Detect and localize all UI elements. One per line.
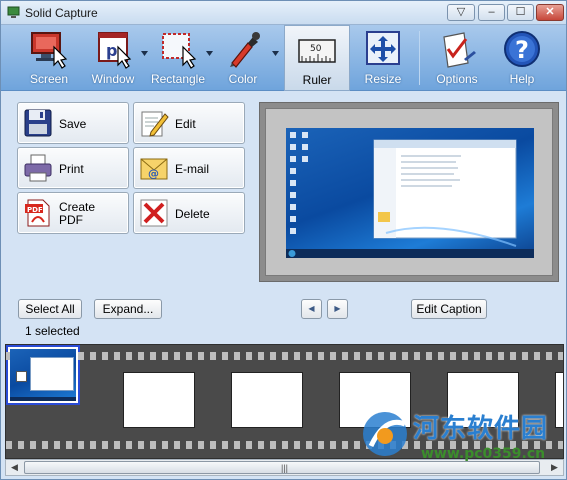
main-panel: Save Edit Print @ E-mail PDF Create PDF … [1, 92, 566, 341]
svg-text:@: @ [148, 167, 159, 180]
toolbar-screen-button[interactable]: Screen [15, 25, 83, 91]
toolbar-rectangle-label: Rectangle [150, 72, 206, 86]
select-all-button[interactable]: Select All [18, 299, 82, 319]
window-title: Solid Capture [25, 6, 98, 20]
desktop-preview-graphic [286, 132, 534, 258]
save-button[interactable]: Save [17, 102, 129, 144]
email-label: E-mail [175, 162, 210, 176]
delete-x-icon [140, 199, 168, 227]
toolbar-color-button[interactable]: Color [215, 25, 271, 91]
create-pdf-button[interactable]: PDF Create PDF [17, 192, 129, 234]
toolbar-resize-button[interactable]: Resize [353, 25, 413, 91]
filmstrip-frame[interactable] [123, 372, 195, 428]
next-button[interactable]: ▶ [327, 299, 348, 319]
toolbar-resize-label: Resize [364, 72, 402, 86]
toolbar-ruler-label: Ruler [302, 73, 332, 87]
delete-button[interactable]: Delete [133, 192, 245, 234]
color-picker-icon [230, 32, 260, 68]
toolbar-help-label: Help [509, 72, 535, 86]
close-button[interactable]: ✕ [536, 4, 564, 21]
toolbar-screen-label: Screen [29, 72, 69, 86]
watermark: 河东软件园 www.pc0359.cn [361, 404, 566, 466]
create-pdf-label: Create PDF [59, 200, 96, 227]
window-capture-icon: p [98, 32, 132, 69]
title-bar: Solid Capture ▽ – ☐ ✕ [1, 1, 566, 25]
pdf-badge-text: PDF [27, 206, 43, 214]
edit-label: Edit [175, 117, 196, 131]
expand-button[interactable]: Expand... [94, 299, 162, 319]
print-label: Print [59, 162, 84, 176]
toolbar-color-label: Color [228, 72, 258, 86]
scrollbar-grip: ||| [281, 463, 289, 473]
ruler-icon: 50 [298, 39, 336, 63]
filmstrip-perforation-top [6, 352, 563, 360]
help-question-icon: ? [504, 31, 540, 67]
watermark-logo-icon [363, 412, 407, 456]
toolbar-rectangle-button[interactable]: Rectangle [149, 25, 207, 91]
toolbar-separator [419, 31, 420, 85]
preview-frame [259, 102, 559, 282]
rectangle-capture-icon [162, 33, 197, 69]
maximize-button[interactable]: ☐ [507, 4, 534, 21]
frame-checkbox[interactable] [16, 371, 27, 382]
watermark-url: www.pc0359.cn [421, 446, 546, 462]
pdf-file-icon: PDF [25, 199, 50, 227]
printer-icon [24, 154, 52, 182]
app-window: Solid Capture ▽ – ☐ ✕ Screen p Window Re… [0, 0, 567, 480]
toolbar-window-button[interactable]: p Window [85, 25, 141, 91]
delete-label: Delete [175, 207, 210, 221]
preview-mat [265, 108, 553, 276]
options-checklist-icon [443, 32, 476, 68]
toolbar-options-button[interactable]: Options [427, 25, 487, 91]
watermark-text: 河东软件园 [413, 414, 549, 444]
previous-button[interactable]: ◀ [301, 299, 322, 319]
toolbar-window-label: Window [91, 72, 135, 86]
ruler-value: 50 [310, 44, 322, 54]
save-label: Save [59, 117, 87, 131]
color-dropdown-arrow-icon[interactable] [272, 51, 279, 56]
preview-screenshot-image [286, 128, 534, 258]
email-button[interactable]: @ E-mail [133, 147, 245, 189]
filmstrip-frame[interactable] [231, 372, 303, 428]
app-icon [7, 6, 20, 18]
edit-button[interactable]: Edit [133, 102, 245, 144]
floppy-disk-icon [24, 109, 52, 137]
scroll-left-arrow-icon[interactable]: ◀ [7, 460, 22, 475]
edit-pencil-icon [141, 111, 169, 137]
edit-caption-button[interactable]: Edit Caption [411, 299, 487, 319]
window-dropdown-arrow-icon[interactable] [141, 51, 148, 56]
selection-count-text: 1 selected [25, 324, 80, 338]
svg-text:p: p [106, 41, 117, 60]
print-button[interactable]: Print [17, 147, 129, 189]
resize-arrows-icon [366, 31, 400, 65]
svg-text:?: ? [515, 36, 529, 64]
screen-capture-icon [31, 32, 68, 69]
toolbar-ruler-button[interactable]: 50 Ruler [284, 25, 350, 91]
main-toolbar: Screen p Window Rectangle Color 50 Ruler… [1, 25, 566, 91]
minimize-button[interactable]: – [478, 4, 505, 21]
rectangle-dropdown-arrow-icon[interactable] [206, 51, 213, 56]
toolbar-options-label: Options [436, 72, 478, 86]
window-menu-button[interactable]: ▽ [447, 4, 475, 21]
email-envelope-icon: @ [140, 158, 168, 180]
toolbar-help-button[interactable]: ? Help [491, 25, 553, 91]
